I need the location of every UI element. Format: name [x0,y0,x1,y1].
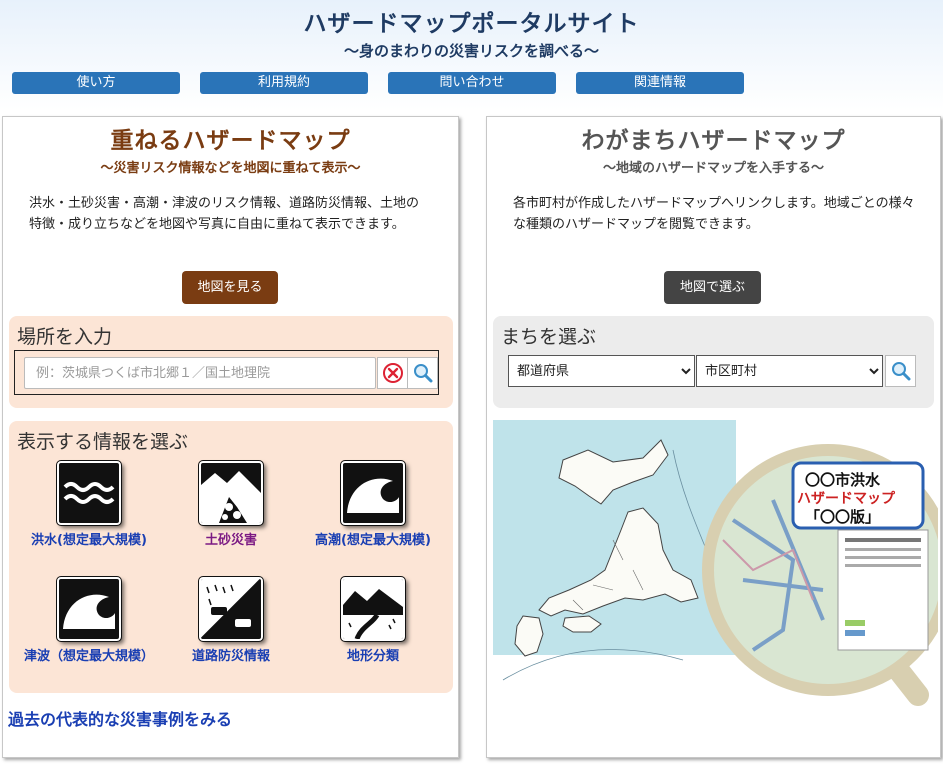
search-box-title: 場所を入力 [17,326,113,348]
town-select-box: まちを選ぶ 都道府県 市区町村 [493,316,934,408]
nav-terms-button[interactable]: 利用規約 [200,72,368,94]
info-box-title: 表示する情報を選ぶ [17,431,189,453]
location-search-input[interactable] [24,357,376,389]
info-item-terrain[interactable]: 地形分類 [303,576,443,667]
panel-title: わがまちハザードマップ [581,128,846,154]
city-select[interactable]: 市区町村 [696,355,883,387]
info-item-label: 道路防災情報 [191,649,270,664]
info-item-landslide[interactable]: 土砂災害 [161,460,301,551]
info-item-label: 土砂災害 [204,533,257,548]
nav-related-button[interactable]: 関連情報 [576,72,744,94]
map-label-line3: 「〇〇版」 [805,508,880,526]
town-search-button[interactable] [885,355,916,387]
overlay-hazard-map-panel: 重ねるハザードマップ ～災害リスク情報などを地図に重ねて表示～ 洪水・土砂災害・… [2,116,459,758]
info-item-label: 津波（想定最大規模） [23,649,154,664]
clear-search-button[interactable] [377,357,408,389]
search-frame [14,350,439,395]
search-icon [891,362,910,381]
clear-icon [382,363,403,383]
info-item-tsunami[interactable]: 津波（想定最大規模） [19,576,159,667]
info-item-flood[interactable]: 洪水(想定最大規模) [19,460,159,551]
info-item-label: 高潮(想定最大規模) [315,533,431,548]
info-item-label: 地形分類 [346,649,399,664]
site-subtitle: ～身のまわりの災害リスクを調べる～ [343,42,599,60]
panel-subtitle: ～地域のハザードマップを入手する～ [602,161,824,176]
info-item-storm-surge[interactable]: 高潮(想定最大規模) [303,460,443,551]
view-map-button[interactable]: 地図を見る [182,271,278,304]
search-button[interactable] [407,357,438,389]
search-icon [413,364,432,383]
map-label-line2: ハザードマップ [797,491,896,507]
location-search-box: 場所を入力 [9,316,453,408]
site-title: ハザードマップポータルサイト [303,11,640,37]
road-disaster-icon [198,576,264,642]
storm-surge-icon [340,460,406,526]
local-hazard-map-panel: わがまちハザードマップ ～地域のハザードマップを入手する～ 各市町村が作成したハ… [486,116,941,758]
flood-icon [56,460,122,526]
select-box-title: まちを選ぶ [501,326,597,348]
nav-contact-button[interactable]: 問い合わせ [388,72,556,94]
info-item-road[interactable]: 道路防災情報 [161,576,301,667]
landslide-icon [198,460,264,526]
japan-map-image[interactable]: 〇〇市洪水 ハザードマップ 「〇〇版」 [493,420,938,720]
panel-description: 各市町村が作成したハザードマップへリンクします。地域ごとの様々な種類のハザードマ… [513,196,915,232]
nav-usage-button[interactable]: 使い方 [12,72,180,94]
panel-subtitle: ～災害リスク情報などを地図に重ねて表示～ [100,161,361,176]
terrain-icon [340,576,406,642]
past-disasters-link[interactable]: 過去の代表的な災害事例をみる [8,706,232,730]
panel-description: 洪水・土砂災害・高潮・津波のリスク情報、道路防災情報、土地の特徴・成り立ちなどを… [29,196,420,232]
nav-bar: 使い方 利用規約 問い合わせ 関連情報 [12,72,744,94]
select-on-map-button[interactable]: 地図で選ぶ [664,271,761,304]
info-select-box: 表示する情報を選ぶ 洪水(想定最大規模) 土砂災害 高潮(想定最大規模) 津波（… [9,421,453,693]
map-label-line1: 〇〇市洪水 [805,471,881,489]
info-item-label: 洪水(想定最大規模) [31,533,147,548]
tsunami-icon [56,576,122,642]
panel-title: 重ねるハザードマップ [110,128,351,154]
prefecture-select[interactable]: 都道府県 [508,355,695,387]
